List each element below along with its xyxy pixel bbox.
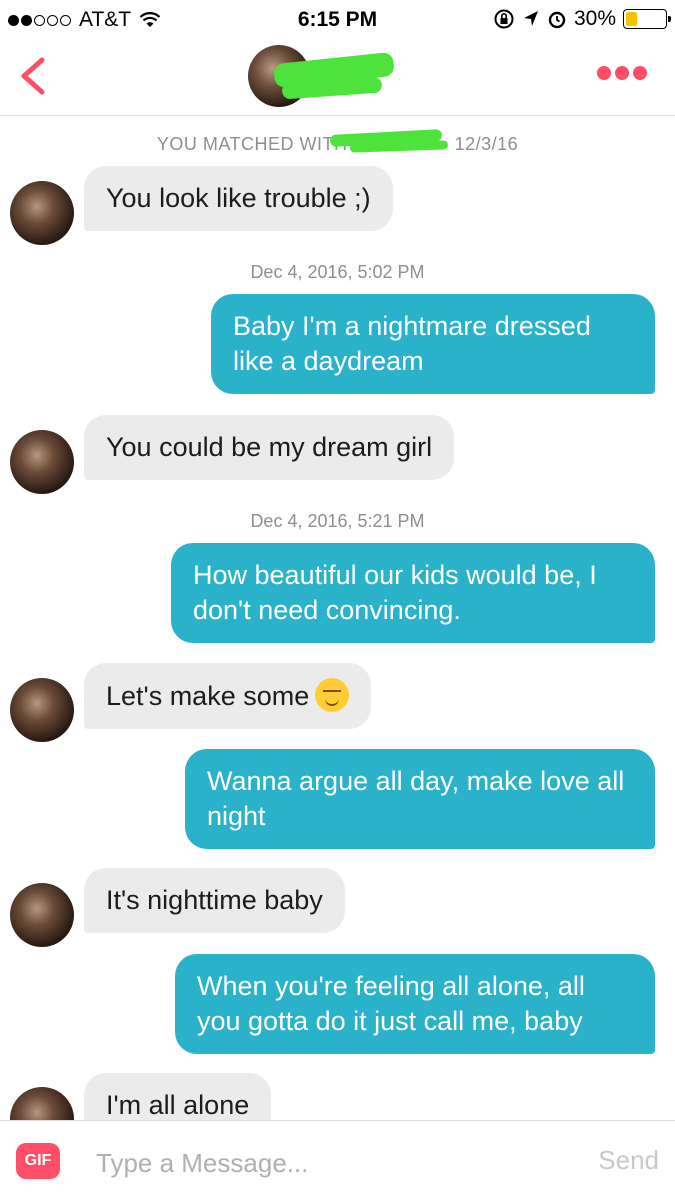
more-dots-icon[interactable] <box>597 66 647 80</box>
more-dot <box>633 66 647 80</box>
status-bar: AT&T 6:15 PM 30% <box>0 0 675 40</box>
send-button[interactable]: Send <box>598 1145 659 1176</box>
message-input[interactable] <box>96 1143 556 1183</box>
avatar[interactable] <box>10 1087 74 1120</box>
message-bubble-incoming: You could be my dream girl <box>84 415 455 480</box>
nav-bar <box>0 40 675 116</box>
message-timestamp: Dec 4, 2016, 5:02 PM <box>250 262 425 282</box>
status-right: 30% <box>493 7 671 31</box>
avatar[interactable] <box>10 430 74 494</box>
match-date: 12/3/16 <box>454 134 519 154</box>
message-bubble-incoming: Let's make some <box>84 663 372 729</box>
gif-button[interactable]: GIF <box>16 1143 60 1179</box>
match-text: YOU MATCHED WITH <box>156 134 348 154</box>
battery-level <box>626 12 638 26</box>
message-timestamp: Dec 4, 2016, 5:21 PM <box>250 511 425 531</box>
avatar[interactable] <box>10 181 74 245</box>
message-bubble-outgoing: Wanna argue all day, make love all night <box>185 749 655 849</box>
message-bubble-incoming: I'm all alone <box>84 1073 272 1120</box>
message-bubble-incoming: It's nighttime baby <box>84 868 345 933</box>
smirk-emoji-icon <box>315 678 350 712</box>
location-icon <box>523 11 538 26</box>
message-input-bar: GIF Send <box>0 1120 675 1200</box>
battery-percent: 30% <box>573 7 616 30</box>
battery-icon <box>623 9 671 29</box>
message-bubble-outgoing: When you're feeling all alone, all you g… <box>175 954 655 1054</box>
alarm-icon <box>548 11 566 29</box>
message-bubble-outgoing: Baby I'm a nightmare dressed like a dayd… <box>211 294 655 394</box>
rotation-lock-icon <box>494 9 514 29</box>
chevron-left-icon[interactable] <box>14 54 54 98</box>
message-bubble-outgoing: How beautiful our kids would be, I don't… <box>171 543 655 643</box>
more-dot <box>597 66 611 80</box>
message-text: Let's make some <box>106 681 310 711</box>
avatar[interactable] <box>10 678 74 742</box>
avatar[interactable] <box>10 883 74 947</box>
message-bubble-incoming: You look like trouble ;) <box>84 166 393 231</box>
chat-thread[interactable]: YOU MATCHED WITH 12/3/16 You look like t… <box>0 117 675 1120</box>
more-dot <box>615 66 629 80</box>
